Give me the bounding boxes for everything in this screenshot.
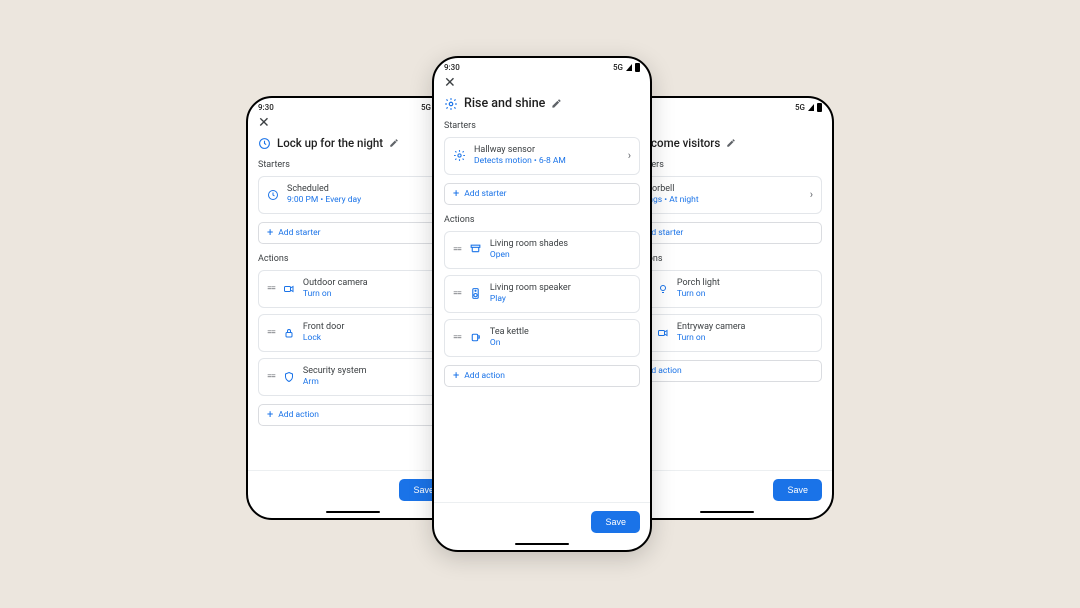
starter-item[interactable]: Doorbell Rings • At night ›: [632, 176, 822, 214]
section-starters: Starters: [434, 121, 650, 137]
starter-item[interactable]: Hallway sensor Detects motion • 6-8 AM ›: [444, 137, 640, 175]
starter-item[interactable]: Scheduled 9:00 PM • Every day: [258, 176, 448, 214]
sensor-icon: [453, 149, 466, 162]
add-action-button[interactable]: +Add action: [258, 404, 448, 426]
camera-icon: [657, 327, 669, 339]
automation-title: Rise and shine: [464, 96, 545, 111]
automation-title-row[interactable]: Welcome visitors: [622, 136, 832, 160]
status-bar: 9:30 5G: [622, 98, 832, 114]
drag-handle-icon[interactable]: ==: [453, 289, 461, 299]
kettle-icon: [469, 331, 482, 344]
drag-handle-icon[interactable]: ==: [267, 328, 275, 338]
save-button[interactable]: Save: [773, 479, 822, 501]
action-item[interactable]: == Living room speakerPlay: [444, 275, 640, 313]
battery-icon: [635, 63, 640, 72]
status-time: 9:30: [258, 103, 274, 112]
automation-title: Lock up for the night: [277, 136, 383, 150]
section-actions: Actions: [434, 215, 650, 231]
section-starters: Starters: [248, 160, 458, 176]
section-actions: Actions: [622, 254, 832, 270]
save-bar: Save: [248, 470, 458, 507]
automation-title-row[interactable]: Rise and shine: [434, 96, 650, 121]
action-title: Security system: [303, 366, 439, 377]
action-item[interactable]: == Tea kettleOn: [444, 319, 640, 357]
save-bar: Save: [622, 470, 832, 507]
starter-subtitle: Detects motion • 6-8 AM: [474, 156, 620, 167]
add-action-button[interactable]: +Add action: [444, 365, 640, 387]
edit-icon[interactable]: [551, 98, 562, 109]
starter-subtitle: 9:00 PM • Every day: [287, 195, 439, 206]
drag-handle-icon[interactable]: ==: [267, 284, 275, 294]
action-title: Living room shades: [490, 239, 631, 250]
starter-subtitle: Rings • At night: [641, 195, 802, 206]
signal-icon: [808, 104, 814, 111]
shades-icon: [469, 243, 482, 256]
status-network: 5G: [795, 103, 805, 112]
action-title: Tea kettle: [490, 327, 631, 338]
status-time: 9:30: [444, 63, 460, 72]
light-icon: [657, 283, 669, 295]
add-action-button[interactable]: Add action: [632, 360, 822, 382]
close-button[interactable]: ✕: [622, 114, 832, 136]
chevron-right-icon: ›: [628, 149, 631, 162]
status-bar: 9:30 5G: [434, 58, 650, 74]
lock-icon: [283, 327, 295, 339]
drag-handle-icon[interactable]: ==: [267, 372, 275, 382]
action-title: Entryway camera: [677, 322, 813, 333]
gear-icon: [444, 97, 458, 111]
action-title: Porch light: [677, 278, 813, 289]
action-item[interactable]: == Porch lightTurn on: [632, 270, 822, 308]
action-item[interactable]: == Entryway cameraTurn on: [632, 314, 822, 352]
status-network: 5G: [421, 103, 431, 112]
add-starter-button[interactable]: Add starter: [632, 222, 822, 244]
status-network: 5G: [613, 63, 623, 72]
action-subtitle: Turn on: [677, 289, 813, 300]
starter-title: Scheduled: [287, 184, 439, 195]
starter-title: Hallway sensor: [474, 145, 620, 156]
home-indicator: [515, 543, 569, 546]
action-title: Living room speaker: [490, 283, 631, 294]
add-starter-button[interactable]: +Add starter: [444, 183, 640, 205]
automation-editor-rise: 9:30 5G ✕ Rise and shine Starters Hallwa…: [432, 56, 652, 552]
edit-icon[interactable]: [389, 138, 399, 148]
section-starters: Starters: [622, 160, 832, 176]
action-item[interactable]: == Outdoor cameraTurn on: [258, 270, 448, 308]
chevron-right-icon: ›: [810, 188, 813, 201]
save-button[interactable]: Save: [591, 511, 640, 533]
action-item[interactable]: == Front doorLock: [258, 314, 448, 352]
action-subtitle: Lock: [303, 333, 439, 344]
close-button[interactable]: ✕: [248, 114, 458, 136]
section-actions: Actions: [248, 254, 458, 270]
action-title: Front door: [303, 322, 439, 333]
home-indicator: [326, 511, 380, 514]
save-bar: Save: [434, 502, 650, 539]
camera-icon: [283, 283, 295, 295]
action-subtitle: Arm: [303, 377, 439, 388]
shield-icon: [283, 371, 295, 383]
action-subtitle: On: [490, 338, 631, 349]
automation-editor-lockup: 9:30 5G ✕ Lock up for the night Starters…: [246, 96, 460, 520]
home-indicator: [700, 511, 754, 514]
action-subtitle: Open: [490, 250, 631, 261]
automation-editor-welcome: 9:30 5G ✕ Welcome visitors Starters Door…: [620, 96, 834, 520]
signal-icon: [626, 64, 632, 71]
action-item[interactable]: == Living room shadesOpen: [444, 231, 640, 269]
action-title: Outdoor camera: [303, 278, 439, 289]
status-bar: 9:30 5G: [248, 98, 458, 114]
battery-icon: [817, 103, 822, 112]
automation-title-row[interactable]: Lock up for the night: [248, 136, 458, 160]
add-starter-button[interactable]: +Add starter: [258, 222, 448, 244]
clock-icon: [267, 189, 279, 201]
action-item[interactable]: == Security systemArm: [258, 358, 448, 396]
drag-handle-icon[interactable]: ==: [453, 333, 461, 343]
action-subtitle: Turn on: [303, 289, 439, 300]
action-subtitle: Turn on: [677, 333, 813, 344]
starter-title: Doorbell: [641, 184, 802, 195]
drag-handle-icon[interactable]: ==: [453, 245, 461, 255]
speaker-icon: [469, 287, 482, 300]
clock-icon: [258, 137, 271, 150]
edit-icon[interactable]: [726, 138, 736, 148]
action-subtitle: Play: [490, 294, 631, 305]
close-button[interactable]: ✕: [434, 74, 650, 96]
